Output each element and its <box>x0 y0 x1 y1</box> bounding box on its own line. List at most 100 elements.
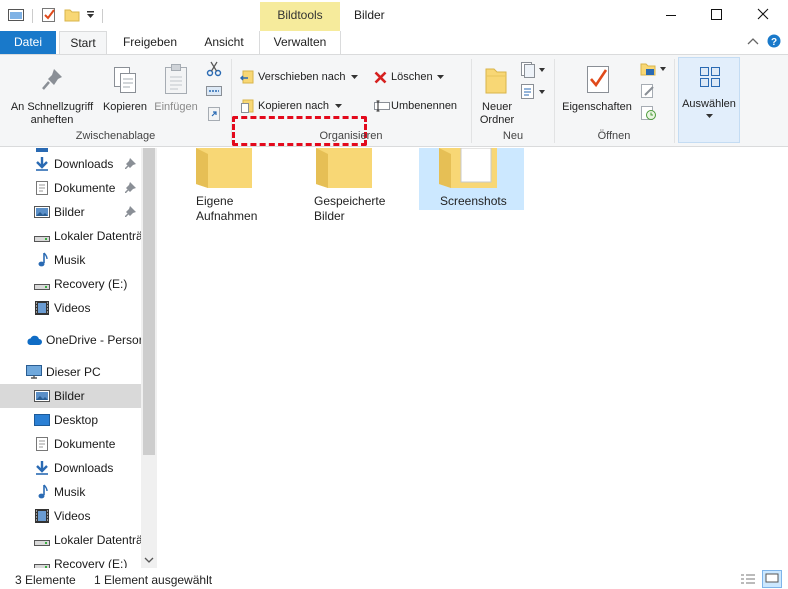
close-button[interactable] <box>740 0 786 30</box>
group-label-organisieren: Organisieren <box>319 130 383 142</box>
group-label-oeffnen: Öffnen <box>597 130 631 142</box>
nav-item[interactable]: Dokumente <box>0 432 141 456</box>
pin-quick-access-label: An Schnellzugriff anheften <box>10 101 94 126</box>
tab-datei[interactable]: Datei <box>0 31 56 54</box>
nav-item-label: Dieser PC <box>46 365 101 379</box>
pinned-icon <box>125 182 136 193</box>
help-icon[interactable]: ? <box>767 34 781 48</box>
nav-item-label: Bilder <box>54 205 85 219</box>
copy-button[interactable]: Kopieren <box>101 59 149 129</box>
customize-quick-access-icon[interactable] <box>86 11 95 19</box>
drive-icon <box>34 284 50 290</box>
status-bar: 3 Elemente 1 Element ausgewählt <box>0 569 788 589</box>
nav-item-label: Downloads <box>54 461 114 475</box>
properties-quick-icon[interactable] <box>41 7 57 23</box>
paste-button[interactable]: Einfügen <box>151 59 201 129</box>
copy-label: Kopieren <box>102 101 148 113</box>
document-icon <box>36 181 48 195</box>
copy-icon <box>114 67 136 93</box>
paste-shortcut-icon[interactable] <box>206 105 222 121</box>
nav-item[interactable]: Videos <box>0 504 141 528</box>
collapse-ribbon-icon[interactable] <box>746 37 760 47</box>
chevron-down-icon <box>706 114 713 118</box>
nav-item-label: Lokaler Datenträ <box>54 229 141 243</box>
ribbon: An Schnellzugriff anheften Kopieren Einf… <box>0 54 788 147</box>
nav-item-label: Lokaler Datenträ <box>54 533 141 547</box>
chevron-down-icon <box>437 75 444 79</box>
cloud-icon <box>27 335 42 345</box>
folder-with-document-icon <box>439 148 497 188</box>
edit-icon[interactable] <box>640 83 656 99</box>
music-note-icon <box>38 484 48 499</box>
nav-item[interactable]: Bilder <box>0 200 141 224</box>
drive-icon <box>34 540 50 546</box>
new-item-icon[interactable] <box>520 62 546 78</box>
move-to-folder-icon <box>240 70 254 84</box>
nav-item[interactable]: Dieser PC <box>0 360 141 384</box>
folder-label: Screenshots <box>440 194 507 208</box>
minimize-button[interactable] <box>648 0 694 30</box>
download-arrow-icon <box>36 461 48 475</box>
nav-item[interactable]: OneDrive - Persor <box>0 328 141 352</box>
document-icon <box>36 437 48 451</box>
copy-path-icon[interactable] <box>206 85 222 97</box>
delete-x-icon <box>374 71 387 84</box>
item-count: 3 Elemente <box>15 573 76 587</box>
folder-label: Gespeicherte Bilder <box>314 194 386 223</box>
tab-start[interactable]: Start <box>59 31 107 55</box>
explorer-window-icon[interactable] <box>8 8 24 22</box>
nav-item[interactable]: Downloads <box>0 456 141 480</box>
nav-item[interactable]: Musik <box>0 248 141 272</box>
nav-item[interactable]: Musik <box>0 480 141 504</box>
nav-item-label: Desktop <box>54 413 99 427</box>
open-folder-icon[interactable] <box>640 61 668 77</box>
easy-access-icon[interactable] <box>520 84 546 100</box>
selection-count: 1 Element ausgewählt <box>94 573 213 587</box>
nav-item[interactable]: Downloads <box>0 152 141 176</box>
cut-scissors-icon[interactable] <box>206 61 222 77</box>
maximize-icon <box>711 9 722 20</box>
select-label: Auswählen <box>682 98 736 110</box>
chevron-down-icon <box>351 75 358 79</box>
new-folder-quick-icon[interactable] <box>64 7 80 23</box>
nav-item[interactable]: Bilder <box>0 384 141 408</box>
tab-freigeben[interactable]: Freigeben <box>114 31 186 54</box>
select-button[interactable]: Auswählen <box>678 57 740 143</box>
nav-item-label: Musik <box>54 485 86 499</box>
tab-verwalten[interactable]: Verwalten <box>259 31 341 54</box>
nav-item-label: Recovery (E:) <box>54 557 128 568</box>
maximize-button[interactable] <box>694 0 740 30</box>
group-label-zwischenablage: Zwischenablage <box>75 130 156 142</box>
new-folder-button[interactable]: Neuer Ordner <box>475 59 519 129</box>
new-folder-label: Neuer Ordner <box>479 101 515 126</box>
pinned-icon <box>125 158 136 169</box>
svg-text:?: ? <box>771 37 777 48</box>
delete-label: Löschen <box>391 71 433 83</box>
large-icons-view-icon[interactable] <box>762 570 782 588</box>
copy-to-folder-icon <box>241 99 254 113</box>
pin-quick-access-button[interactable]: An Schnellzugriff anheften <box>4 59 100 129</box>
title-bar: Bildtools Bilder <box>0 0 788 31</box>
contextual-tab-group-label: Bildtools <box>260 2 340 31</box>
nav-item[interactable]: Recovery (E:) <box>0 272 141 296</box>
scroll-down-icon[interactable] <box>143 556 155 566</box>
drive-icon <box>34 236 50 242</box>
nav-scrollbar-thumb[interactable] <box>143 148 155 455</box>
tab-ansicht[interactable]: Ansicht <box>194 31 254 54</box>
nav-item[interactable]: Videos <box>0 296 141 320</box>
properties-button[interactable]: Eigenschaften <box>558 59 636 129</box>
film-icon <box>35 509 49 523</box>
history-icon[interactable] <box>640 105 658 121</box>
folder-icon <box>316 148 372 188</box>
rename-label: Umbenennen <box>391 100 458 112</box>
window-title: Bilder <box>354 8 385 22</box>
nav-item[interactable]: Lokaler Datenträ <box>0 224 141 248</box>
new-folder-icon <box>485 68 507 94</box>
nav-item[interactable]: Lokaler Datenträ <box>0 528 141 552</box>
folder-label: Eigene Aufnahmen <box>196 194 258 223</box>
ribbon-tabs: Datei Start Freigeben Ansicht Verwalten … <box>0 31 788 55</box>
details-view-icon[interactable] <box>740 572 756 586</box>
nav-item[interactable]: Desktop <box>0 408 141 432</box>
nav-item[interactable]: Dokumente <box>0 176 141 200</box>
nav-item[interactable]: Recovery (E:) <box>0 552 141 568</box>
